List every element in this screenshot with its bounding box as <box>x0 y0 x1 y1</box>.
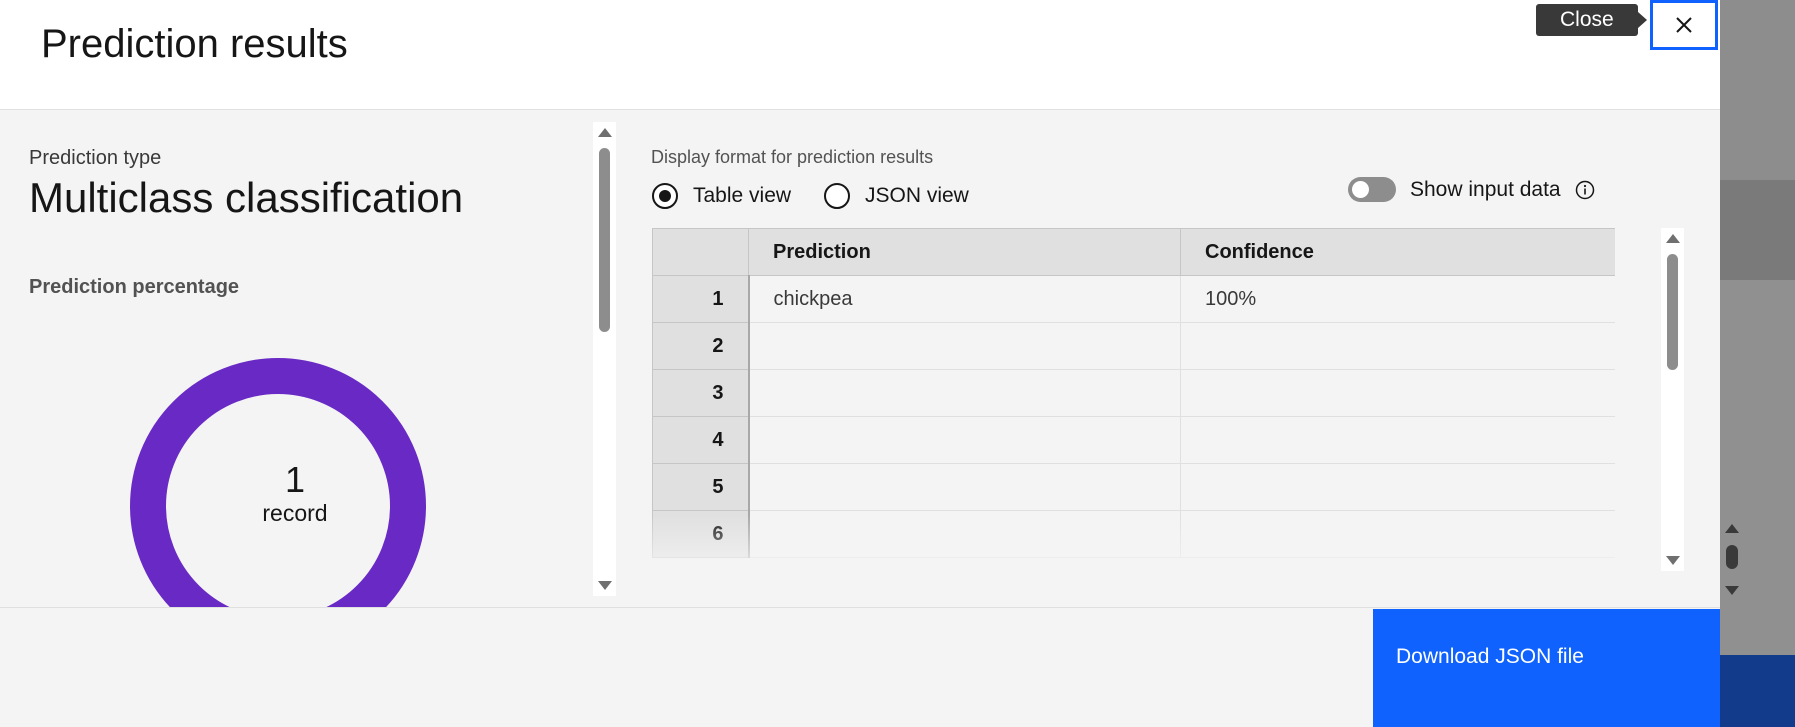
results-table: Prediction Confidence 1 chickpea 100% 2 … <box>652 228 1615 558</box>
show-input-toggle[interactable] <box>1348 177 1396 202</box>
close-icon <box>1676 17 1692 33</box>
modal-title: Prediction results <box>41 22 348 66</box>
background-card <box>1720 280 1795 655</box>
table-row: 2 <box>652 322 1615 370</box>
table-row: 4 <box>652 416 1615 464</box>
scroll-up-icon[interactable] <box>1666 234 1680 243</box>
toggle-knob <box>1352 181 1369 198</box>
json-view-radio[interactable]: JSON view <box>824 183 969 209</box>
prediction-type-value: Multiclass classification <box>29 174 464 221</box>
background-scroll-up-icon <box>1725 524 1739 533</box>
info-icon[interactable] <box>1575 180 1595 200</box>
display-format-label: Display format for prediction results <box>651 147 934 167</box>
record-count: 1 <box>284 459 306 500</box>
prediction-cell[interactable]: chickpea <box>748 275 1181 323</box>
left-scrollbar[interactable] <box>593 122 616 596</box>
table-view-label: Table view <box>693 184 792 207</box>
table-row: 6 <box>652 510 1615 558</box>
table-corner-cell <box>652 228 749 276</box>
show-input-label: Show input data <box>1410 177 1561 201</box>
table-header-row: Prediction Confidence <box>652 228 1615 276</box>
download-json-button[interactable]: Download JSON file <box>1373 609 1720 727</box>
background-scroll-down-icon <box>1725 586 1739 595</box>
background-button <box>1720 655 1795 727</box>
background-scrollbar-thumb <box>1726 545 1738 569</box>
confidence-cell[interactable]: 100% <box>1180 275 1615 323</box>
prediction-cell[interactable] <box>748 416 1181 464</box>
scrollbar-thumb[interactable] <box>599 148 610 332</box>
column-header-prediction[interactable]: Prediction <box>748 228 1181 276</box>
confidence-cell[interactable] <box>1180 463 1615 511</box>
background-panel <box>1720 180 1795 280</box>
confidence-cell[interactable] <box>1180 322 1615 370</box>
radio-circle <box>824 183 850 209</box>
row-number: 2 <box>652 322 750 370</box>
prediction-cell[interactable] <box>748 322 1181 370</box>
table-row: 3 <box>652 369 1615 417</box>
table-row: 5 <box>652 463 1615 511</box>
footer-divider <box>0 607 1720 608</box>
table-view-radio[interactable]: Table view <box>652 183 791 209</box>
scroll-down-icon[interactable] <box>598 581 612 590</box>
row-number: 5 <box>652 463 750 511</box>
table-row: 1 chickpea 100% <box>652 275 1615 323</box>
modal-header: Prediction results <box>0 0 1720 110</box>
confidence-cell[interactable] <box>1180 510 1615 558</box>
prediction-cell[interactable] <box>748 369 1181 417</box>
prediction-type-label: Prediction type <box>29 147 162 169</box>
radio-circle <box>652 183 678 209</box>
results-table-container: Prediction Confidence 1 chickpea 100% 2 … <box>652 228 1615 571</box>
row-number: 1 <box>652 275 750 323</box>
close-tooltip: Close <box>1536 4 1638 36</box>
confidence-cell[interactable] <box>1180 369 1615 417</box>
close-button[interactable] <box>1650 0 1718 50</box>
radio-selected-dot <box>659 190 671 202</box>
row-number: 4 <box>652 416 750 464</box>
prediction-percentage-label: Prediction percentage <box>29 276 240 298</box>
column-header-confidence[interactable]: Confidence <box>1180 228 1615 276</box>
table-scrollbar[interactable] <box>1661 228 1684 571</box>
row-number: 6 <box>652 510 750 558</box>
show-input-toggle-group: Show input data <box>1348 177 1595 202</box>
json-view-label: JSON view <box>865 184 969 207</box>
scroll-up-icon[interactable] <box>598 128 612 137</box>
tooltip-caret <box>1638 12 1647 28</box>
prediction-results-modal: Prediction results Close Prediction type… <box>0 0 1720 727</box>
record-unit: record <box>262 499 328 526</box>
scroll-down-icon[interactable] <box>1666 556 1680 565</box>
prediction-cell[interactable] <box>748 510 1181 558</box>
scrollbar-thumb[interactable] <box>1667 254 1678 370</box>
prediction-cell[interactable] <box>748 463 1181 511</box>
confidence-cell[interactable] <box>1180 416 1615 464</box>
donut-center: 1 record <box>130 460 460 527</box>
row-number: 3 <box>652 369 750 417</box>
